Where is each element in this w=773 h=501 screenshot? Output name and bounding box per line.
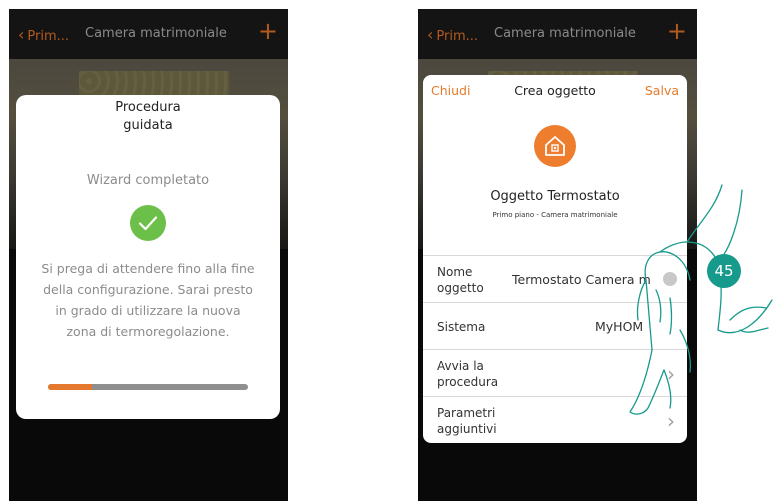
top-bar: ‹ Prim... Camera matrimoniale + <box>418 9 697 59</box>
wizard-dialog: Procedura guidata Wizard completato Si p… <box>16 95 280 419</box>
phone-screen-left: ‹ Prim... Camera matrimoniale + Procedura… <box>9 9 288 501</box>
row-label: Parametri aggiuntivi <box>437 406 497 436</box>
add-button[interactable]: + <box>258 17 278 45</box>
top-bar: ‹ Prim... Camera matrimoniale + <box>9 9 288 59</box>
screen-title: Camera matrimoniale <box>85 26 227 41</box>
dialog-title-text: Procedura guidata <box>115 100 181 133</box>
back-label: Prim... <box>436 29 479 44</box>
back-button[interactable]: ‹ Prim... <box>427 25 478 44</box>
chevron-left-icon: ‹ <box>427 25 434 44</box>
wizard-status: Wizard completato <box>86 173 210 188</box>
save-button[interactable]: Salva <box>645 83 679 98</box>
screen-title: Camera matrimoniale <box>494 26 636 41</box>
thermostat-icon <box>534 125 576 167</box>
add-button[interactable]: + <box>667 17 687 45</box>
row-label: Nome oggetto <box>437 265 484 295</box>
check-icon <box>130 205 166 241</box>
row-label: Avvia la procedura <box>437 359 499 389</box>
pointing-hand-icon <box>629 184 773 415</box>
row-label: Sistema <box>437 320 486 334</box>
back-button[interactable]: ‹ Prim... <box>18 25 69 44</box>
back-label: Prim... <box>27 29 70 44</box>
dialog-title: Procedura guidata <box>16 99 280 135</box>
step-badge: 45 <box>707 254 741 288</box>
progress-bar <box>48 384 248 390</box>
progress-fill <box>48 384 92 390</box>
chevron-left-icon: ‹ <box>18 25 25 44</box>
wait-message: Si prega di attendere fino alla fine del… <box>41 261 255 339</box>
